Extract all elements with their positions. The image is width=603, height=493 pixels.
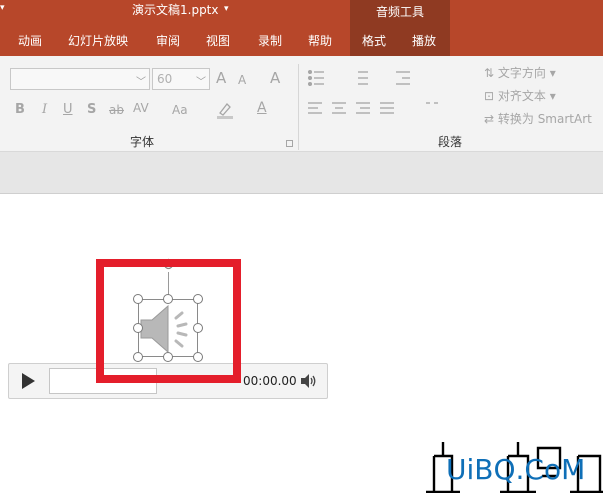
font-name-dropdown[interactable]: ﹀ [10, 68, 150, 90]
dialog-launcher-icon[interactable] [286, 140, 293, 147]
align-text-button[interactable]: ⊡ 对齐文本 ▾ [484, 87, 556, 104]
tab-view[interactable]: 视图 [206, 34, 230, 48]
tab-format[interactable]: 格式 [362, 34, 386, 48]
convert-smartart-button[interactable]: ⇄ 转换为 SmartArt [484, 110, 592, 127]
char-spacing-button[interactable]: AV [133, 100, 149, 116]
text-direction-label: 文字方向 [497, 66, 546, 80]
playback-time: 00:00.00 [243, 374, 297, 388]
chevron-down-icon: ﹀ [136, 77, 146, 88]
strikethrough-button[interactable]: ab [109, 102, 124, 118]
tab-record[interactable]: 录制 [258, 34, 282, 48]
tab-playback[interactable]: 播放 [412, 34, 436, 48]
bold-button[interactable]: B [15, 102, 25, 118]
title-bar [0, 0, 603, 28]
list-buttons[interactable] [306, 68, 422, 88]
watermark-text: UiBQ.CoM [446, 453, 585, 486]
shrink-font-button[interactable]: A [238, 72, 246, 88]
font-size-dropdown[interactable]: 60 ﹀ [152, 68, 210, 90]
font-group-label: 字体 [130, 135, 155, 149]
chevron-down-icon: ﹀ [196, 77, 206, 88]
highlight-box [96, 259, 241, 383]
align-text-label: 对齐文本 [497, 89, 546, 103]
window-title: 演示文稿1.pptx [132, 3, 219, 17]
tab-slideshow[interactable]: 幻灯片放映 [68, 34, 128, 48]
tab-help[interactable]: 帮助 [308, 34, 332, 48]
paragraph-group-label: 段落 [438, 135, 463, 149]
title-dropdown-icon[interactable]: ▾ [224, 4, 229, 14]
volume-icon[interactable] [299, 372, 317, 390]
font-size-value: 60 [157, 72, 173, 86]
underline-button[interactable]: U [63, 102, 73, 118]
align-buttons[interactable] [306, 100, 466, 120]
play-icon[interactable] [19, 372, 37, 390]
font-color-button[interactable]: A [257, 100, 267, 116]
group-separator [298, 64, 299, 150]
clear-format-button[interactable]: A [270, 70, 280, 86]
tab-animations[interactable]: 动画 [18, 34, 42, 48]
italic-button[interactable]: I [42, 102, 47, 118]
tab-review[interactable]: 审阅 [156, 34, 180, 48]
text-direction-button[interactable]: ⇅ 文字方向 ▾ [484, 64, 556, 81]
watermark-logo: UiBQ.CoM [426, 442, 603, 493]
convert-smartart-label: 转换为 SmartArt [497, 112, 592, 126]
audio-tools-label: 音频工具 [376, 5, 425, 19]
grow-font-button[interactable]: A [216, 70, 226, 86]
quick-access-dropdown-icon[interactable]: ▾ [0, 3, 5, 13]
shadow-button[interactable]: S [87, 102, 96, 118]
ribbon-bottom-strip [0, 152, 603, 194]
highlight-icon[interactable] [214, 100, 238, 120]
change-case-button[interactable]: Aa [172, 102, 188, 118]
